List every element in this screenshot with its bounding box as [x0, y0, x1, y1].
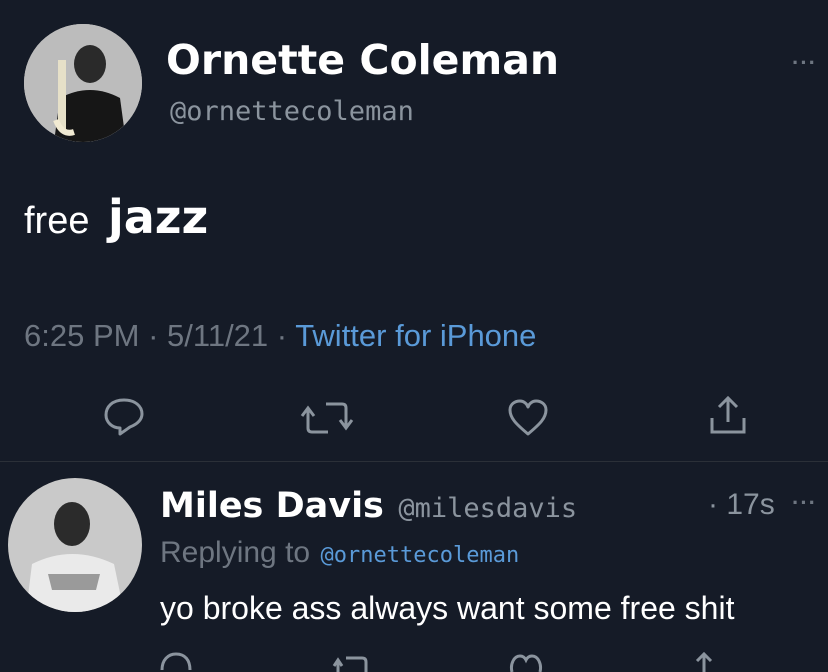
- meta-separator: ·: [276, 318, 288, 353]
- tweet-text-word2: jazz: [107, 190, 209, 244]
- tweet-text: free jazz: [24, 190, 208, 244]
- reply-text: yo broke ass always want some free shit: [160, 590, 735, 626]
- author-name[interactable]: Ornette Coleman: [166, 36, 559, 84]
- tweet-time: 6:25 PM: [24, 318, 140, 353]
- reply-like-icon[interactable]: [508, 654, 544, 672]
- reply-reply-icon[interactable]: [158, 652, 194, 672]
- replying-to-handle[interactable]: @ornettecoleman: [321, 543, 520, 568]
- author-avatar[interactable]: [24, 24, 142, 142]
- tweet-text-word1: free: [24, 200, 90, 242]
- retweet-icon[interactable]: [300, 398, 354, 438]
- reply-share-icon[interactable]: [688, 650, 720, 672]
- more-options-button[interactable]: ···: [792, 50, 817, 76]
- tweet-meta: 6:25 PM · 5/11/21 · Twitter for iPhone: [24, 318, 536, 354]
- replying-to-line: Replying to @ornettecoleman: [160, 536, 519, 570]
- reply-icon[interactable]: [102, 396, 146, 436]
- like-icon[interactable]: [506, 398, 550, 438]
- reply-author-name[interactable]: Miles Davis: [160, 486, 384, 526]
- divider: [0, 461, 828, 462]
- reply-author-avatar[interactable]: [8, 478, 142, 612]
- reply-time: · 17s: [708, 488, 775, 521]
- share-icon[interactable]: [706, 394, 750, 438]
- author-handle[interactable]: @ornettecoleman: [170, 96, 414, 127]
- meta-separator: ·: [148, 318, 159, 353]
- tweet-date: 5/11/21: [167, 318, 269, 353]
- reply-header: Miles Davis @milesdavis: [160, 486, 577, 526]
- replying-to-label: Replying to: [160, 536, 311, 569]
- tweet-source-link[interactable]: Twitter for iPhone: [295, 318, 536, 353]
- reply-retweet-icon[interactable]: [332, 654, 372, 672]
- reply-more-options-button[interactable]: ···: [792, 490, 817, 516]
- reply-author-handle[interactable]: @milesdavis: [398, 493, 577, 524]
